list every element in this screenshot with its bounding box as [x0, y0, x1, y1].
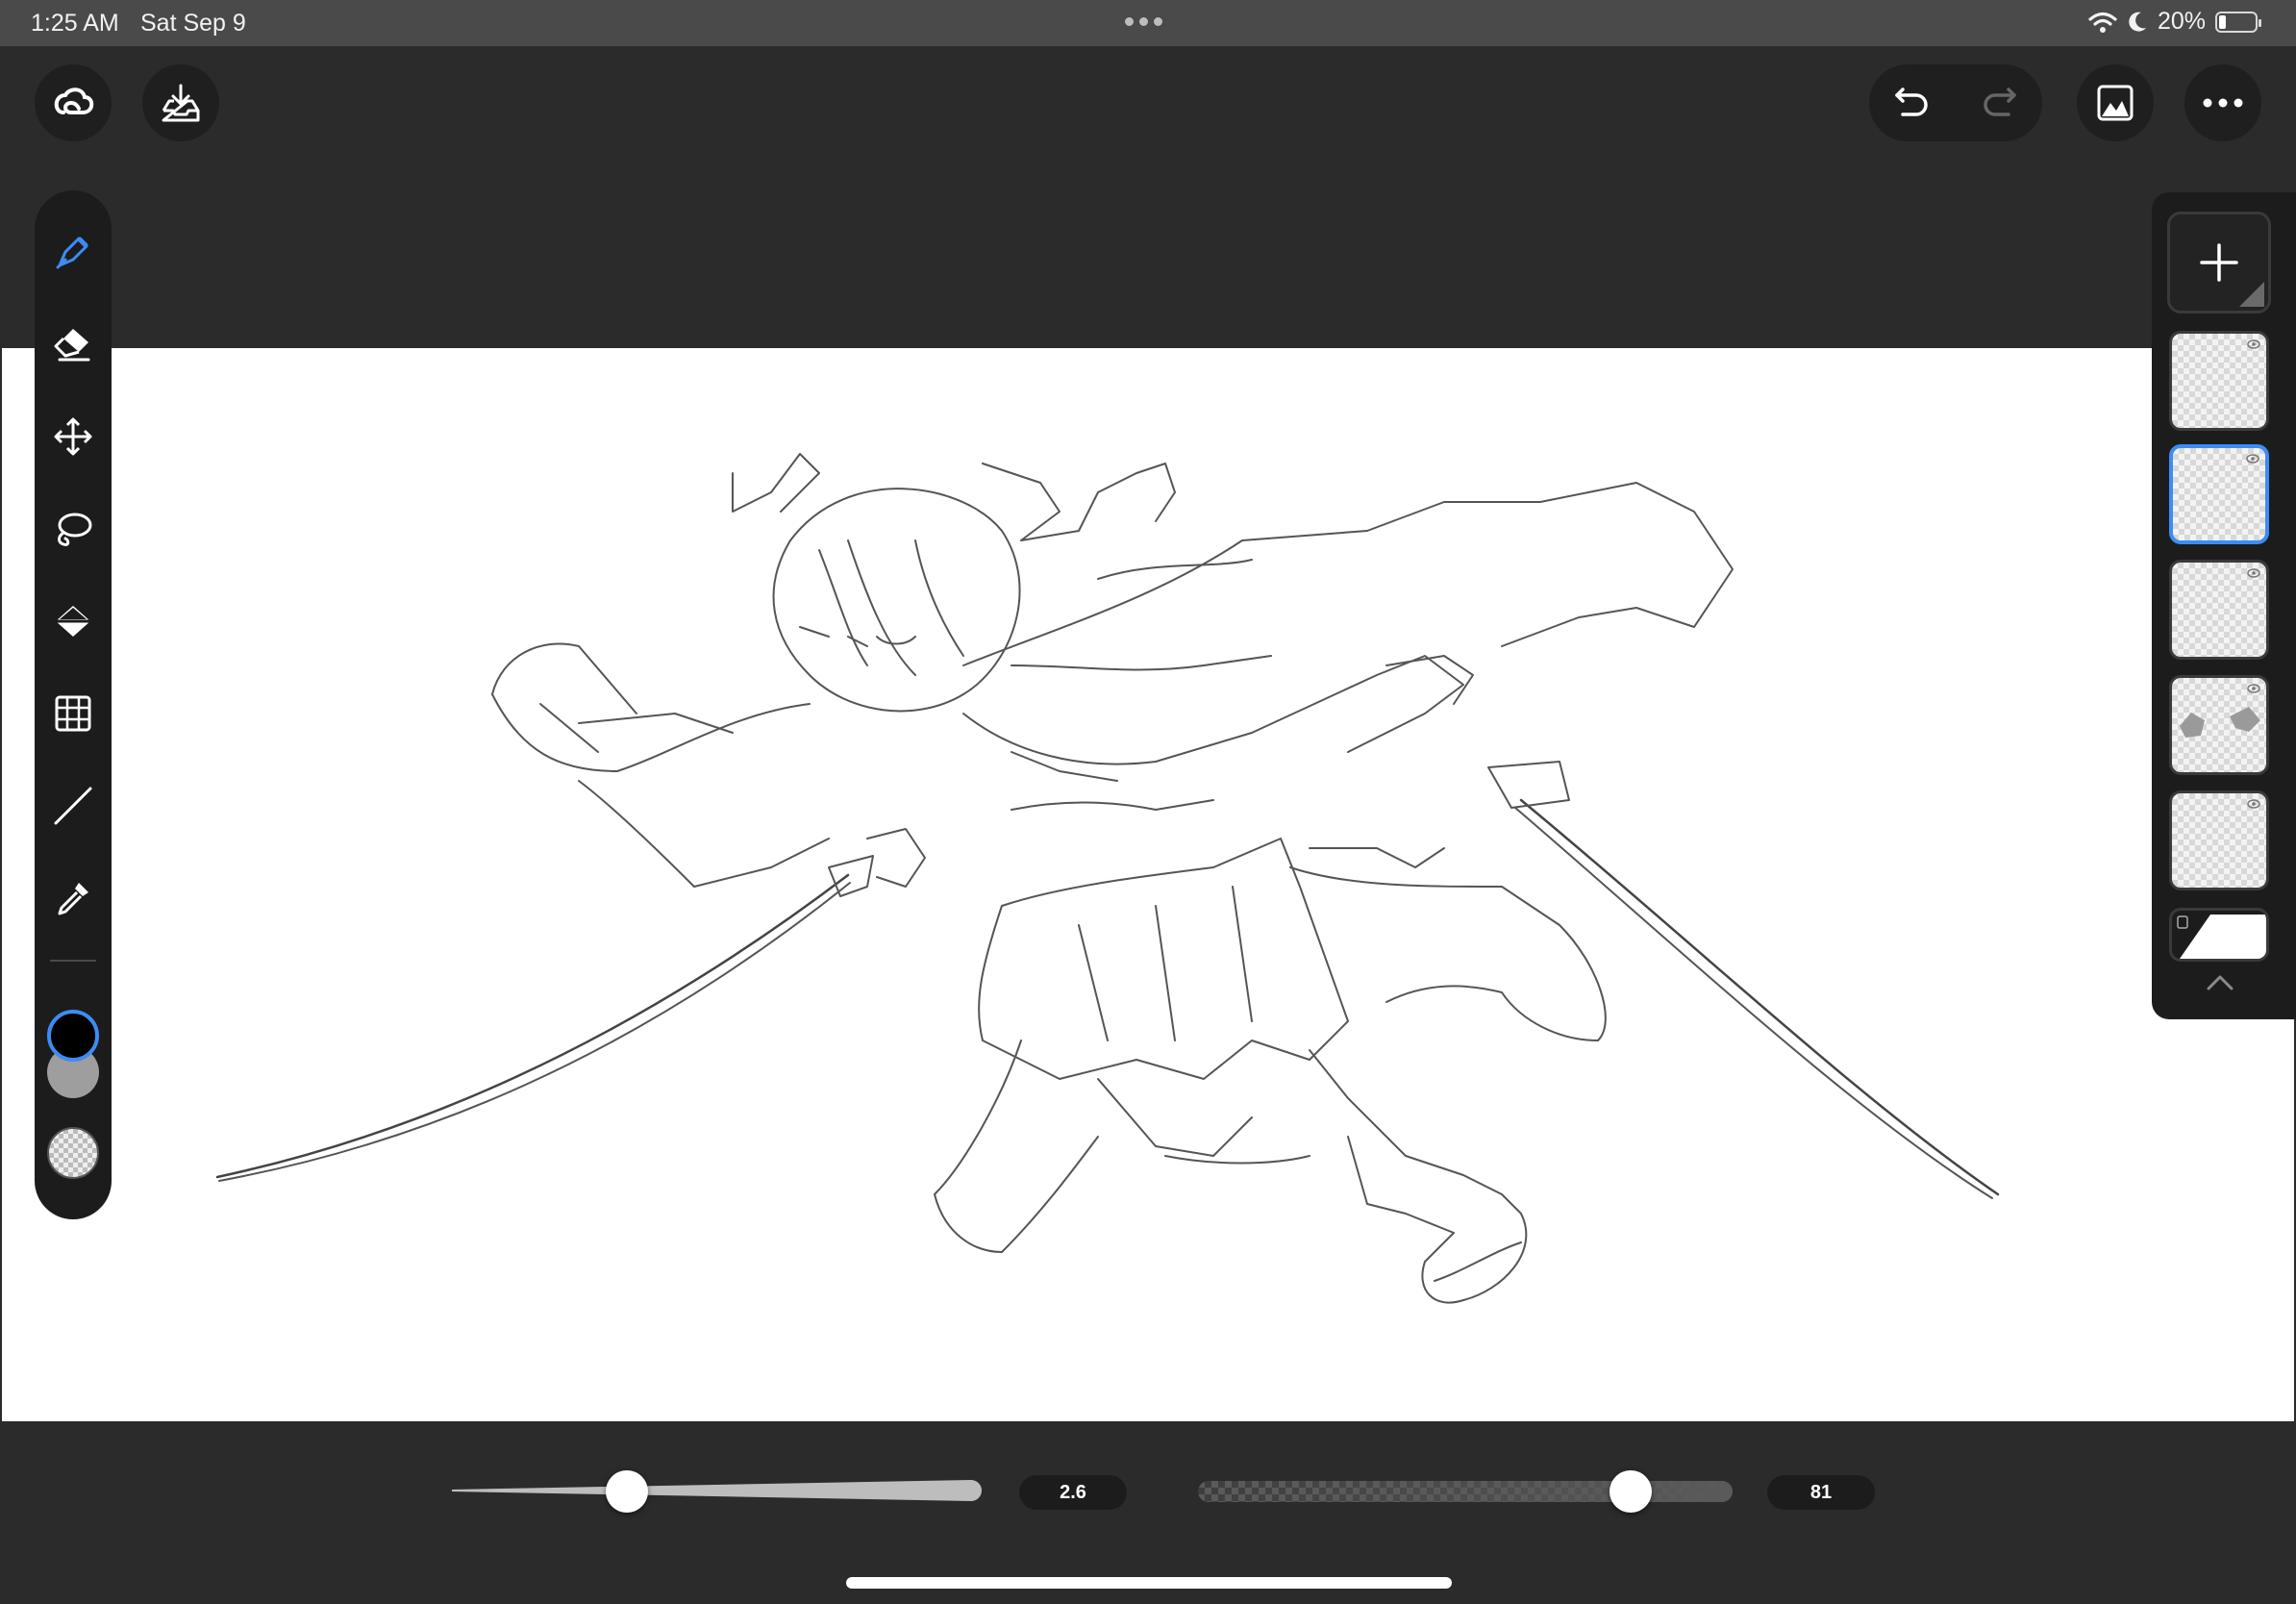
battery-icon — [2215, 11, 2261, 33]
creative-cloud-button[interactable] — [35, 64, 112, 141]
brush-opacity-slider-track[interactable] — [1198, 1481, 1733, 1502]
line-icon — [54, 787, 92, 825]
wifi-icon — [2088, 12, 2117, 33]
fill-tool[interactable] — [35, 583, 112, 660]
layer-thumbnail[interactable] — [2169, 790, 2269, 890]
eraser-icon — [54, 329, 90, 362]
import-icon — [162, 84, 200, 122]
import-button[interactable] — [142, 64, 219, 141]
lasso-icon — [58, 513, 92, 546]
fill-icon — [56, 606, 90, 637]
brush-opacity-value[interactable]: 81 — [1767, 1475, 1875, 1510]
eyedropper-icon — [58, 883, 88, 915]
background-layer-preview — [2177, 915, 2266, 959]
home-indicator[interactable] — [846, 1577, 1452, 1589]
layer-thumbnail[interactable] — [2169, 331, 2269, 431]
gallery-icon — [2097, 85, 2134, 121]
lasso-tool[interactable] — [35, 490, 112, 567]
brush-size-slider-thumb[interactable] — [606, 1470, 649, 1513]
line-tool[interactable] — [35, 767, 112, 844]
layers-panel — [2152, 192, 2296, 1019]
eye-icon — [2247, 684, 2260, 693]
corner-triangle-icon — [2239, 282, 2264, 307]
undo-button[interactable] — [1869, 64, 1956, 141]
history-controls — [1869, 64, 2042, 141]
tool-palette — [35, 190, 112, 1219]
grid-icon — [55, 695, 91, 732]
add-layer-button[interactable] — [2167, 212, 2271, 313]
redo-icon — [1984, 88, 2016, 116]
status-right: 20% — [2088, 8, 2261, 36]
brush-size-value[interactable]: 2.6 — [1019, 1475, 1127, 1510]
move-tool[interactable] — [35, 398, 112, 475]
plus-icon — [2200, 243, 2238, 282]
brush-size-slider-track[interactable] — [452, 1479, 983, 1502]
eye-icon — [2247, 339, 2260, 349]
status-bar: 1:25 AM Sat Sep 9 20% — [0, 0, 2296, 46]
eraser-tool[interactable] — [35, 306, 112, 383]
redo-button[interactable] — [1956, 64, 2042, 141]
more-button[interactable] — [2184, 64, 2261, 141]
layer-thumbnail[interactable] — [2169, 560, 2269, 660]
more-icon — [2203, 98, 2243, 108]
chevron-up-icon — [2207, 975, 2234, 990]
transparent-color-swatch[interactable] — [47, 1127, 99, 1179]
status-date: Sat Sep 9 — [140, 10, 246, 37]
primary-color-swatch[interactable] — [47, 1010, 99, 1062]
background-layer[interactable] — [2169, 908, 2269, 962]
eye-icon — [2247, 799, 2260, 809]
grid-tool[interactable] — [35, 675, 112, 752]
collapse-layers-button[interactable] — [2206, 973, 2234, 997]
move-icon — [54, 417, 92, 456]
multitasking-dots[interactable] — [1125, 17, 1162, 26]
layer-thumbnail[interactable] — [2169, 675, 2269, 775]
layer-thumbnail-selected[interactable] — [2169, 444, 2269, 544]
pen-icon — [56, 237, 88, 269]
pen-tool[interactable] — [35, 213, 112, 290]
eyedropper-tool[interactable] — [35, 860, 112, 937]
eye-icon — [2247, 568, 2260, 578]
battery-percent: 20% — [2157, 8, 2206, 35]
sketch-artwork — [215, 453, 2000, 1304]
undo-icon — [1895, 88, 1928, 116]
drawing-canvas[interactable] — [2, 348, 2294, 1421]
status-time: 1:25 AM — [31, 10, 119, 37]
moon-icon — [2129, 12, 2146, 32]
eye-icon — [2246, 454, 2259, 464]
gallery-button[interactable] — [2077, 64, 2154, 141]
creative-cloud-icon — [54, 88, 94, 114]
